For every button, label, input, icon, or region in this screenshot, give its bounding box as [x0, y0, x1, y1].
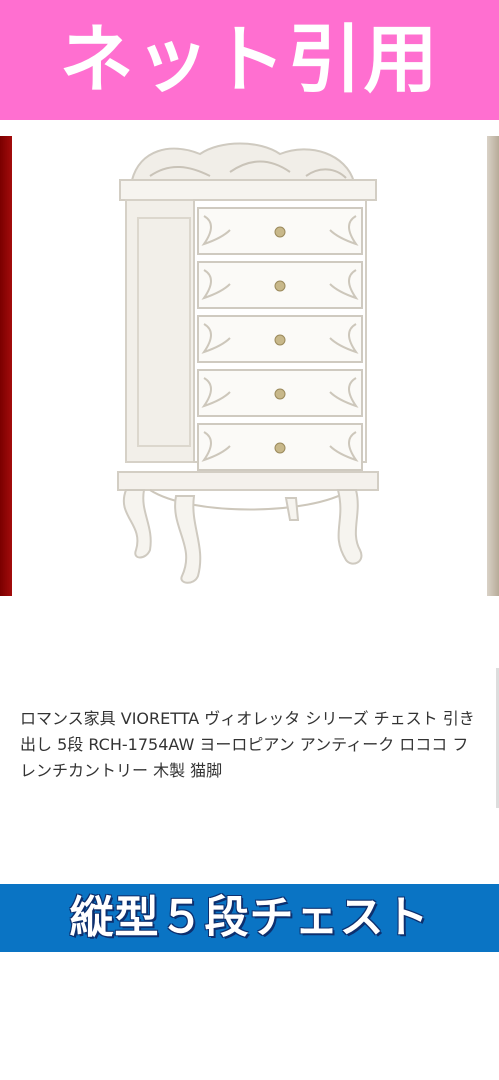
previous-image-edge[interactable] [0, 136, 12, 596]
chest-base [117, 471, 379, 491]
chest-top [119, 179, 377, 201]
chest-crest [130, 142, 356, 184]
next-image-edge[interactable] [487, 136, 499, 596]
top-banner: ネット引用 [0, 0, 499, 120]
bottom-banner-text: 縦型５段チェスト [69, 892, 430, 943]
top-banner-text: ネット引用 [59, 17, 440, 103]
product-image-carousel[interactable] [0, 136, 499, 596]
bottom-banner: 縦型５段チェスト [0, 884, 499, 952]
product-title[interactable]: ロマンス家具 VIORETTA ヴィオレッタ シリーズ チェスト 引き出し 5段… [20, 706, 482, 784]
chest-legs [122, 489, 363, 584]
product-photo [117, 142, 379, 584]
